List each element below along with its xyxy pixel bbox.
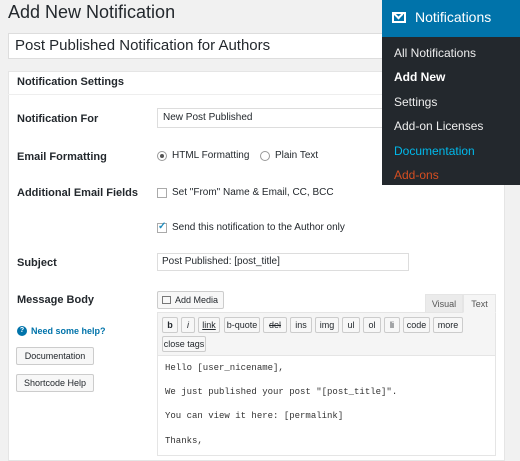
tab-visual[interactable]: Visual xyxy=(425,294,463,313)
send-to-author-label: Send this notification to the Author onl… xyxy=(172,222,345,233)
shortcode-help-button[interactable]: Shortcode Help xyxy=(16,374,94,392)
add-media-icon xyxy=(162,296,171,304)
plain-text-label: Plain Text xyxy=(275,150,319,161)
set-from-checkbox[interactable] xyxy=(157,188,167,198)
settings-panel-title: Notification Settings xyxy=(17,76,124,88)
menu-item-documentation[interactable]: Documentation xyxy=(394,144,475,158)
editor-line: Hello [user_nicename], xyxy=(165,363,284,373)
menu-item-addon-licenses[interactable]: Add-on Licenses xyxy=(394,119,483,133)
message-body-label: Message Body xyxy=(17,294,95,306)
need-help-link[interactable]: Need some help? xyxy=(31,326,106,336)
documentation-button[interactable]: Documentation xyxy=(16,347,94,365)
quicktag-italic[interactable]: i xyxy=(181,317,195,333)
add-media-label: Add Media xyxy=(175,295,219,305)
tab-text[interactable]: Text xyxy=(463,294,496,313)
menu-item-all-notifications[interactable]: All Notifications xyxy=(394,46,476,60)
html-formatting-label: HTML Formatting xyxy=(172,150,250,161)
html-formatting-radio[interactable] xyxy=(157,151,167,161)
help-icon: ? xyxy=(17,326,27,336)
quicktag-more[interactable]: more xyxy=(433,317,463,333)
menu-item-settings[interactable]: Settings xyxy=(394,95,437,109)
quicktag-ins[interactable]: ins xyxy=(290,317,312,333)
notification-for-select[interactable]: New Post Published xyxy=(157,108,409,128)
add-media-button[interactable]: Add Media xyxy=(157,291,224,309)
additional-email-fields-label: Additional Email Fields xyxy=(17,187,139,199)
mail-icon xyxy=(392,12,406,23)
subject-input[interactable]: Post Published: [post_title] xyxy=(157,253,409,271)
quicktag-link[interactable]: link xyxy=(198,317,220,333)
email-formatting-label: Email Formatting xyxy=(17,151,107,163)
quicktag-bold[interactable]: b xyxy=(162,317,178,333)
quicktag-blockquote[interactable]: b-quote xyxy=(224,317,260,333)
menu-item-add-new[interactable]: Add New xyxy=(394,70,445,84)
quicktag-del[interactable]: del xyxy=(263,317,287,333)
editor-line: You can view it here: [permalink] xyxy=(165,411,344,421)
notification-for-label: Notification For xyxy=(17,113,99,125)
quicktag-code[interactable]: code xyxy=(403,317,430,333)
send-to-author-checkbox[interactable] xyxy=(157,221,167,233)
menu-item-addons[interactable]: Add-ons xyxy=(394,168,439,182)
page-title: Add New Notification xyxy=(8,2,176,22)
subject-label: Subject xyxy=(17,257,57,269)
quicktag-ol[interactable]: ol xyxy=(363,317,381,333)
quicktag-close-tags[interactable]: close tags xyxy=(162,336,206,352)
quicktag-img[interactable]: img xyxy=(315,317,339,333)
quicktag-ul[interactable]: ul xyxy=(342,317,360,333)
plain-text-radio[interactable] xyxy=(260,151,270,161)
submenu-title[interactable]: Notifications xyxy=(415,9,491,25)
editor-line: Thanks, xyxy=(165,436,203,446)
set-from-label: Set "From" Name & Email, CC, BCC xyxy=(172,187,334,198)
editor-line: We just published your post "[post_title… xyxy=(165,387,398,397)
quicktag-li[interactable]: li xyxy=(384,317,400,333)
